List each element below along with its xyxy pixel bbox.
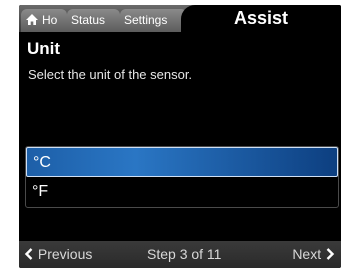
home-icon: [26, 14, 38, 25]
option-fahrenheit[interactable]: °F: [26, 177, 338, 207]
step-indicator: Step 3 of 11: [147, 246, 222, 262]
device-screen: Ho Status Settings Assist Unit Select th…: [19, 5, 341, 268]
top-nav-bar: Ho Status Settings Assist: [19, 5, 341, 32]
tab-assist-label: Assist: [233, 8, 289, 28]
previous-button[interactable]: Previous: [24, 241, 92, 268]
chevron-left-icon: [24, 248, 33, 260]
tab-home-label: Ho: [42, 13, 58, 27]
next-label: Next: [292, 246, 322, 262]
chevron-right-icon: [326, 248, 335, 260]
tab-settings[interactable]: Settings: [120, 9, 187, 32]
tab-home[interactable]: Ho: [21, 9, 67, 32]
unit-option-list: °C °F: [25, 146, 339, 208]
previous-label: Previous: [37, 246, 93, 262]
tab-settings-label: Settings: [124, 13, 168, 27]
tab-status-label: Status: [71, 13, 106, 27]
tab-assist[interactable]: Assist: [181, 5, 341, 32]
page-title: Unit: [27, 39, 61, 58]
bottom-nav-bar: Previous Step 3 of 11 Next: [19, 241, 341, 268]
next-button[interactable]: Next: [292, 241, 335, 268]
tab-status[interactable]: Status: [67, 9, 120, 32]
page-subtitle: Select the unit of the sensor.: [28, 67, 193, 82]
option-celsius[interactable]: °C: [26, 147, 338, 177]
